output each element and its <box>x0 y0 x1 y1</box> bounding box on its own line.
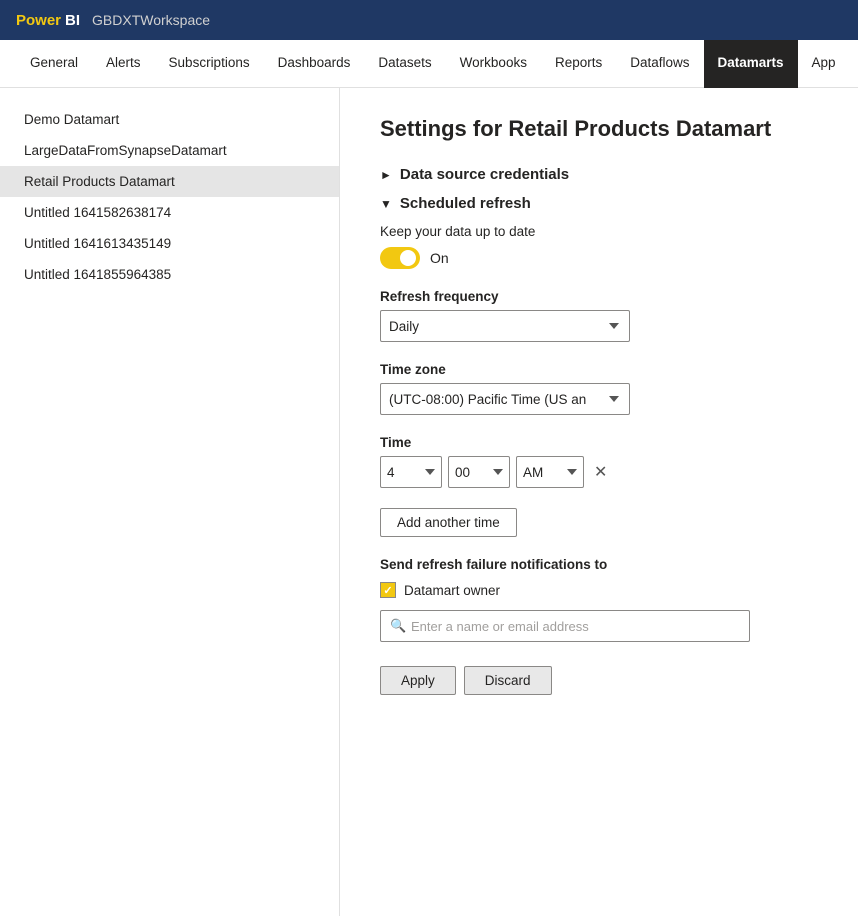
sidebar-item-untitled-3[interactable]: Untitled 1641855964385 <box>0 259 339 290</box>
apply-button[interactable]: Apply <box>380 666 456 695</box>
time-min-select[interactable]: 00 153045 <box>448 456 510 488</box>
toggle-on-label: On <box>430 250 449 266</box>
time-label: Time <box>380 435 818 450</box>
sidebar-item-demo-datamart[interactable]: Demo Datamart <box>0 104 339 135</box>
time-zone-group: Time zone (UTC-08:00) Pacific Time (US a… <box>380 362 818 415</box>
time-ampm-select[interactable]: AM PM <box>516 456 584 488</box>
send-refresh-label: Send refresh failure notifications to <box>380 557 818 572</box>
sidebar-item-retail-products[interactable]: Retail Products Datamart <box>0 166 339 197</box>
tab-dataflows[interactable]: Dataflows <box>616 40 703 88</box>
tab-reports[interactable]: Reports <box>541 40 616 88</box>
discard-button[interactable]: Discard <box>464 666 552 695</box>
data-source-arrow-icon: ► <box>380 168 392 182</box>
tab-subscriptions[interactable]: Subscriptions <box>155 40 264 88</box>
topbar: Power BI GBDXTWorkspace <box>0 0 858 40</box>
logo: Power BI <box>16 12 80 29</box>
scheduled-refresh-section: ▼ Scheduled refresh Keep your data up to… <box>380 195 818 695</box>
tab-datamarts[interactable]: Datamarts <box>704 40 798 88</box>
sidebar-item-untitled-2[interactable]: Untitled 1641613435149 <box>0 228 339 259</box>
scheduled-refresh-header[interactable]: ▼ Scheduled refresh <box>380 195 818 212</box>
logo-bi: BI <box>65 12 80 29</box>
remove-time-button[interactable]: ✕ <box>590 462 611 482</box>
tab-dashboards[interactable]: Dashboards <box>264 40 365 88</box>
refresh-frequency-select[interactable]: Daily Weekly Monthly <box>380 310 630 342</box>
sidebar: Demo Datamart LargeDataFromSynapseDatama… <box>0 88 340 916</box>
search-icon: 🔍 <box>390 618 406 634</box>
time-zone-select[interactable]: (UTC-08:00) Pacific Time (US an (UTC-05:… <box>380 383 630 415</box>
time-hour-select[interactable]: 4 123 567 8910 1112 <box>380 456 442 488</box>
toggle-thumb <box>400 250 416 266</box>
tab-app[interactable]: App <box>798 40 850 88</box>
add-another-time-button[interactable]: Add another time <box>380 508 517 537</box>
tab-general[interactable]: General <box>16 40 92 88</box>
scheduled-refresh-label: Scheduled refresh <box>400 195 531 212</box>
keep-data-label: Keep your data up to date <box>380 224 818 239</box>
workspace-name: GBDXTWorkspace <box>92 12 210 28</box>
tab-alerts[interactable]: Alerts <box>92 40 155 88</box>
main-layout: Demo Datamart LargeDataFromSynapseDatama… <box>0 88 858 916</box>
toggle-track <box>380 247 420 269</box>
tab-datasets[interactable]: Datasets <box>364 40 445 88</box>
nav-tabs: General Alerts Subscriptions Dashboards … <box>0 40 858 88</box>
email-search-input[interactable] <box>380 610 750 642</box>
time-row: 4 123 567 8910 1112 00 153045 AM PM ✕ <box>380 456 818 488</box>
data-source-label: Data source credentials <box>400 166 569 183</box>
sidebar-item-large-data[interactable]: LargeDataFromSynapseDatamart <box>0 135 339 166</box>
refresh-frequency-group: Refresh frequency Daily Weekly Monthly <box>380 289 818 342</box>
datamart-owner-row: ✓ Datamart owner <box>380 582 818 598</box>
time-zone-label: Time zone <box>380 362 818 377</box>
datamart-owner-label: Datamart owner <box>404 583 500 598</box>
page-title: Settings for Retail Products Datamart <box>380 116 818 142</box>
tab-workbooks[interactable]: Workbooks <box>446 40 541 88</box>
logo-power: Power <box>16 12 61 29</box>
refresh-frequency-label: Refresh frequency <box>380 289 818 304</box>
notifications-group: Send refresh failure notifications to ✓ … <box>380 557 818 642</box>
sidebar-item-untitled-1[interactable]: Untitled 1641582638174 <box>0 197 339 228</box>
content-area: Settings for Retail Products Datamart ► … <box>340 88 858 916</box>
datamart-owner-checkbox[interactable]: ✓ <box>380 582 396 598</box>
checkmark-icon: ✓ <box>383 584 392 597</box>
toggle-row: On <box>380 247 818 269</box>
action-row: Apply Discard <box>380 666 818 695</box>
refresh-toggle[interactable] <box>380 247 420 269</box>
email-search-wrap: 🔍 <box>380 610 750 642</box>
data-source-section-header[interactable]: ► Data source credentials <box>380 166 818 183</box>
scheduled-refresh-arrow-icon: ▼ <box>380 197 392 211</box>
time-group: Time 4 123 567 8910 1112 00 153045 AM <box>380 435 818 488</box>
